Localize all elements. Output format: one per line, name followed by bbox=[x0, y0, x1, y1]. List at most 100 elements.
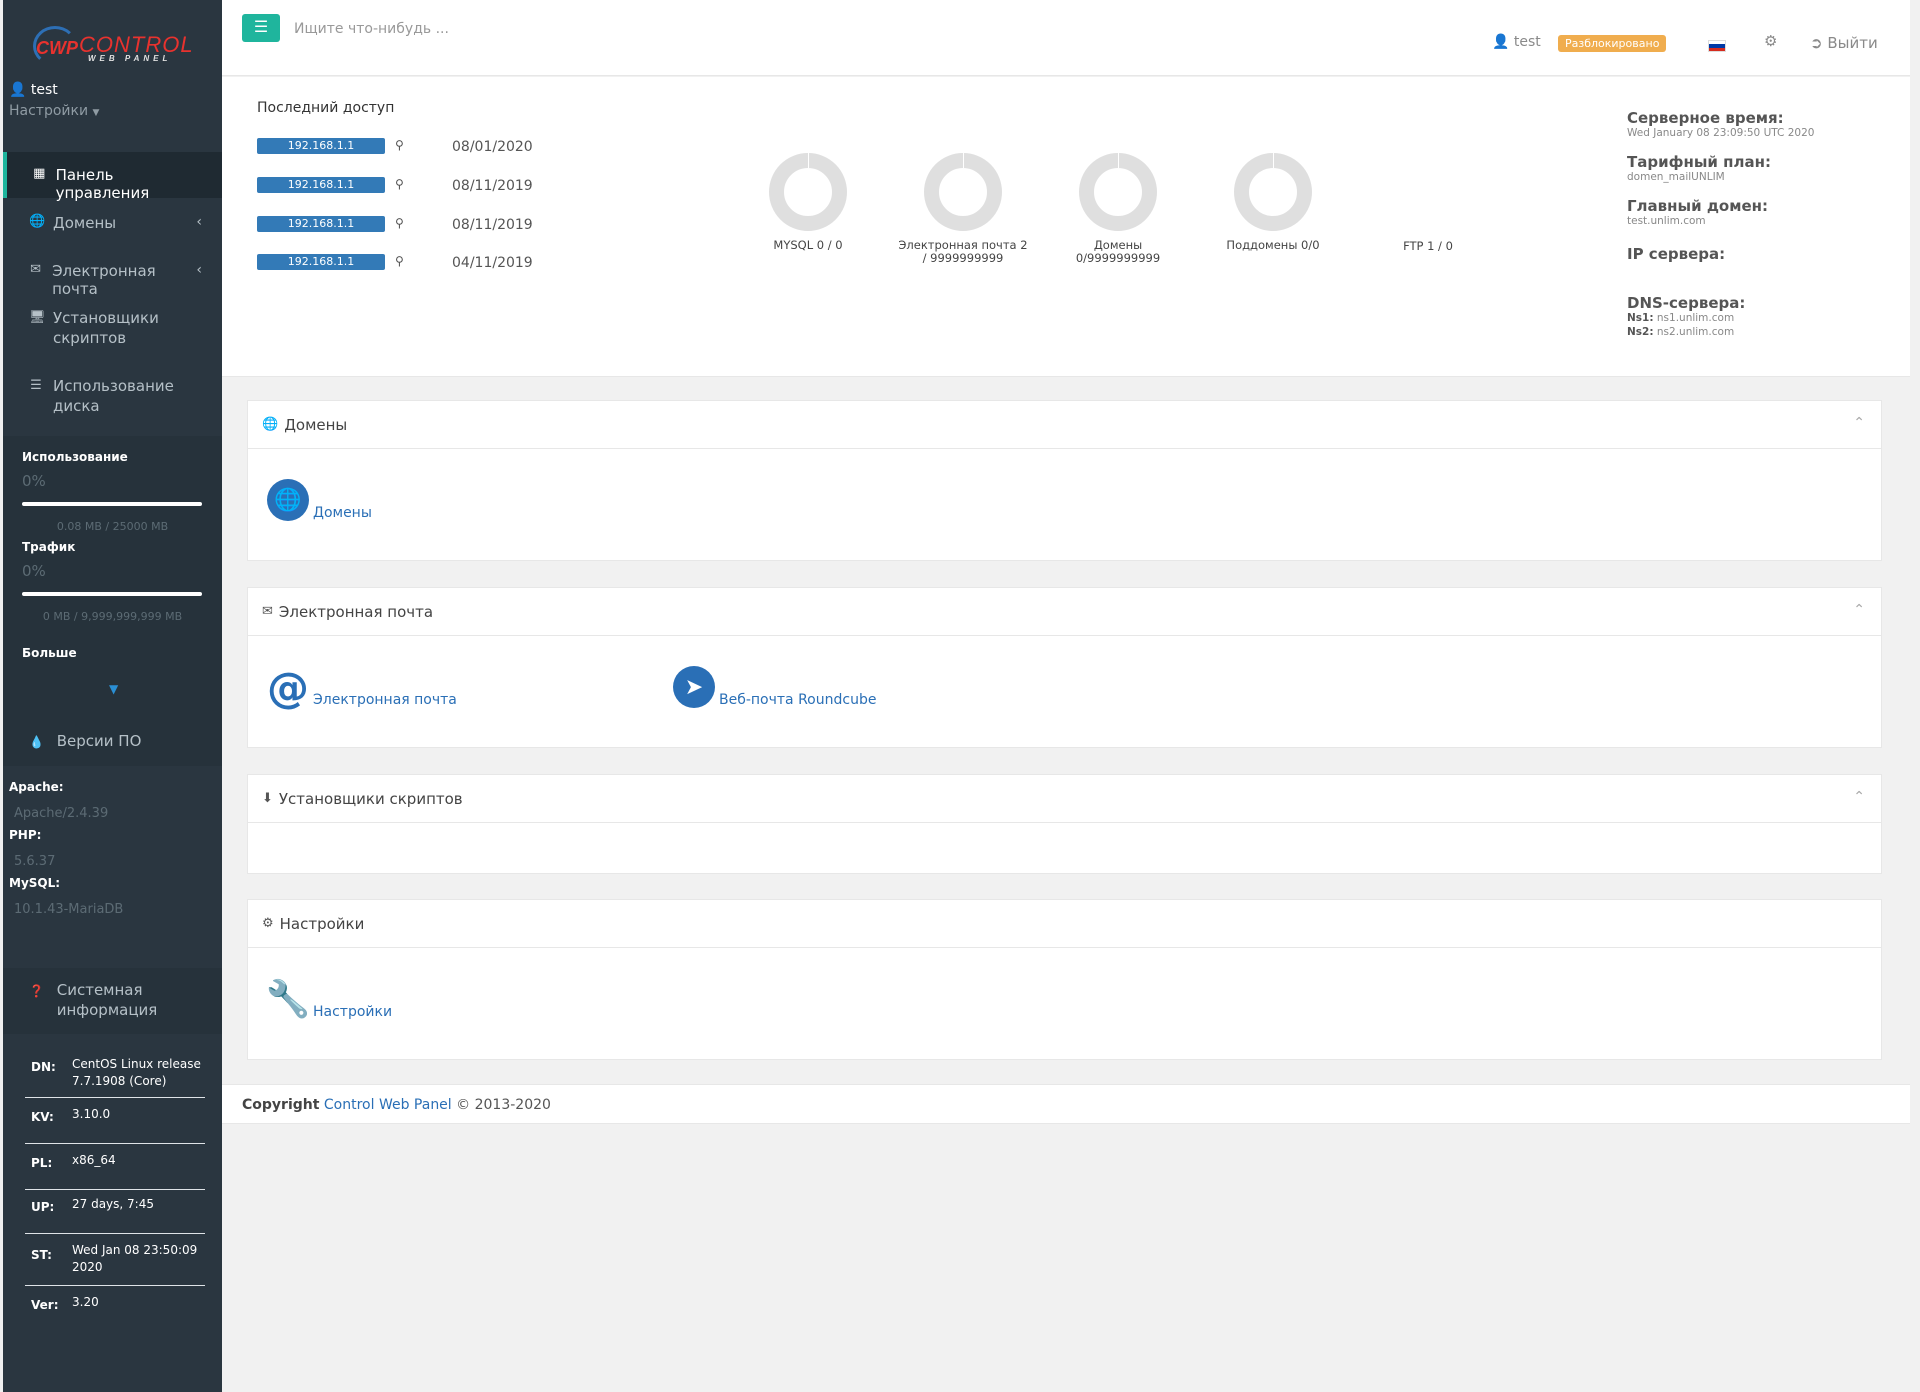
chevron-up-icon[interactable]: ⌃ bbox=[1853, 602, 1865, 618]
domains-donut: Домены 0/9999999999 bbox=[1043, 153, 1193, 265]
sidebar-item-label: Установщики скриптов bbox=[53, 309, 159, 347]
sidebar-item-dashboard[interactable]: ▦ Панель управления bbox=[3, 152, 222, 202]
wrench-icon: 🔧 bbox=[265, 979, 311, 1020]
sidebar: CWP CONTROL WEB PANEL 👤 test Настройки ▼… bbox=[0, 0, 222, 1392]
settings-shortcut[interactable]: 🔧 Настройки bbox=[265, 978, 393, 1020]
domains-box: 🌐 Домены ⌃ 🌐 Домены bbox=[247, 400, 1882, 561]
search-input[interactable] bbox=[294, 16, 594, 42]
sysinfo-key: KV: bbox=[31, 1110, 54, 1124]
linux-icon: ⚲ bbox=[395, 138, 404, 152]
gear-icon: ⚙ bbox=[262, 916, 274, 931]
apache-version: Apache/2.4.39 bbox=[14, 806, 109, 821]
domains-shortcut[interactable]: 🌐 Домены bbox=[267, 479, 372, 521]
subdomains-donut: Поддомены 0/0 bbox=[1198, 153, 1348, 252]
roundcube-shortcut[interactable]: ➤ Веб-почта Roundcube bbox=[673, 666, 876, 708]
roundcube-shortcut-label: Веб-почта Roundcube bbox=[719, 692, 877, 708]
top-bar: ☰ 👤 test Разблокировано ⚙ ➲ Выйти bbox=[222, 0, 1920, 76]
sidebar-item-scripts[interactable]: 🖥 Установщики скриптов bbox=[3, 308, 222, 366]
footer-link[interactable]: Control Web Panel bbox=[324, 1097, 452, 1113]
question-circle-icon: ❓ bbox=[29, 984, 44, 998]
access-date: 04/11/2019 bbox=[452, 255, 533, 271]
sidebar-item-disk-usage[interactable]: ☰ Использование диска bbox=[3, 376, 222, 434]
sysinfo-key: PL: bbox=[31, 1156, 53, 1170]
scripts-box: ⬇ Установщики скриптов ⌃ bbox=[247, 774, 1882, 874]
logout-label: Выйти bbox=[1827, 34, 1878, 52]
globe-icon: 🌐 bbox=[267, 479, 309, 521]
user-settings-label: Настройки bbox=[9, 103, 89, 119]
sidebar-user: 👤 test bbox=[9, 82, 58, 98]
sysinfo-value: 27 days, 7:45 bbox=[72, 1197, 154, 1211]
domains-shortcut-label: Домены bbox=[313, 505, 372, 521]
sidebar-user-name: test bbox=[30, 82, 58, 98]
sysinfo-key: ST: bbox=[31, 1248, 52, 1262]
ns2-row: Ns2: ns2.unlim.com bbox=[1627, 326, 1745, 338]
tariff-plan: Тарифный план: domen_mailUNLIM bbox=[1627, 153, 1771, 183]
sysinfo-key: DN: bbox=[31, 1060, 56, 1074]
tariff-plan-label: Тарифный план: bbox=[1627, 153, 1771, 171]
usage-panel: Использование 0% 0.08 MB / 25000 MB Траф… bbox=[3, 436, 222, 714]
ip-badge: 192.168.1.1 bbox=[257, 216, 385, 232]
settings-box-header: ⚙ Настройки bbox=[248, 900, 1881, 948]
ns2-label: Ns2: bbox=[1627, 326, 1654, 338]
sysinfo-value: Wed Jan 08 23:50:09 2020 bbox=[72, 1243, 198, 1274]
traffic-percent: 0% bbox=[22, 562, 46, 580]
gears-icon[interactable]: ⚙ bbox=[1764, 32, 1777, 50]
status-badge: Разблокировано bbox=[1558, 35, 1667, 52]
linux-icon: ⚲ bbox=[395, 254, 404, 268]
footer-years: © 2013-2020 bbox=[456, 1097, 551, 1113]
linux-icon: ⚲ bbox=[395, 216, 404, 230]
sysinfo-key: Ver: bbox=[31, 1298, 59, 1312]
top-user[interactable]: 👤 test bbox=[1492, 34, 1541, 50]
email-shortcut[interactable]: @ Электронная почта bbox=[267, 663, 457, 712]
donut-chart bbox=[1234, 153, 1312, 231]
sysinfo-value: CentOS Linux release 7.7.1908 (Core) bbox=[72, 1057, 201, 1088]
ip-badge: 192.168.1.1 bbox=[257, 138, 385, 154]
list-icon: ☰ bbox=[30, 378, 42, 393]
settings-shortcut-label: Настройки bbox=[313, 1004, 393, 1020]
cwp-logo[interactable]: CWP CONTROL WEB PANEL bbox=[33, 24, 193, 68]
access-date: 08/11/2019 bbox=[452, 178, 533, 194]
chevron-left-icon: ‹ bbox=[196, 262, 202, 278]
last-access-title: Последний доступ bbox=[257, 100, 395, 116]
ftp-label: FTP 1 / 0 bbox=[1403, 239, 1453, 253]
ns1-row: Ns1: ns1.unlim.com bbox=[1627, 312, 1745, 324]
chevron-up-icon[interactable]: ⌃ bbox=[1853, 789, 1865, 805]
footer-copyright: Copyright bbox=[242, 1097, 320, 1113]
scripts-box-title: Установщики скриптов bbox=[278, 789, 463, 808]
main-domain-value: test.unlim.com bbox=[1627, 215, 1706, 227]
traffic-value: 0 MB / 9,999,999,999 MB bbox=[42, 610, 183, 623]
logout-button[interactable]: ➲ Выйти bbox=[1810, 34, 1878, 52]
versions-header[interactable]: 💧 Версии ПО bbox=[3, 714, 222, 766]
email-box: ✉ Электронная почта ⌃ @ Электронная почт… bbox=[247, 587, 1882, 748]
sysinfo-header[interactable]: ❓ Системная информация bbox=[3, 968, 222, 1034]
caret-down-icon: ▼ bbox=[92, 108, 100, 118]
sysinfo-row-dn: DN: CentOS Linux release 7.7.1908 (Core) bbox=[25, 1056, 205, 1098]
language-flag-icon[interactable] bbox=[1708, 40, 1726, 52]
domains-box-header: 🌐 Домены ⌃ bbox=[248, 401, 1881, 449]
settings-box: ⚙ Настройки 🔧 Настройки bbox=[247, 899, 1882, 1060]
access-date: 08/01/2020 bbox=[452, 139, 533, 155]
domains-box-title: Домены bbox=[284, 415, 348, 434]
donut-chart bbox=[1079, 153, 1157, 231]
globe-icon: 🌐 bbox=[262, 417, 279, 432]
email-box-title: Электронная почта bbox=[278, 602, 434, 621]
user-settings-dropdown[interactable]: Настройки ▼ bbox=[9, 103, 99, 119]
sidebar-item-domains[interactable]: 🌐 Домены ‹ bbox=[3, 214, 222, 254]
envelope-icon: ✉ bbox=[30, 262, 41, 277]
traffic-label: Трафик bbox=[22, 540, 76, 554]
chevron-up-icon[interactable]: ⌃ bbox=[1853, 415, 1865, 431]
disk-usage-value: 0.08 MB / 25000 MB bbox=[56, 520, 169, 533]
access-date: 08/11/2019 bbox=[452, 217, 533, 233]
donut-chart bbox=[769, 153, 847, 231]
scrollbar[interactable] bbox=[1910, 0, 1920, 1392]
more-toggle-icon[interactable]: ▼ bbox=[109, 682, 118, 696]
sysinfo-value: 3.10.0 bbox=[72, 1107, 111, 1121]
php-version: 5.6.37 bbox=[14, 854, 56, 869]
ip-badge: 192.168.1.1 bbox=[257, 177, 385, 193]
sidebar-item-email[interactable]: ✉ Электронная почта ‹ bbox=[3, 262, 222, 302]
menu-toggle-button[interactable]: ☰ bbox=[242, 14, 280, 42]
linux-icon: ⚲ bbox=[395, 177, 404, 191]
top-user-name: test bbox=[1513, 34, 1541, 50]
donut-label: Домены 0/9999999999 bbox=[1075, 238, 1161, 265]
disk-usage-percent: 0% bbox=[22, 472, 46, 490]
